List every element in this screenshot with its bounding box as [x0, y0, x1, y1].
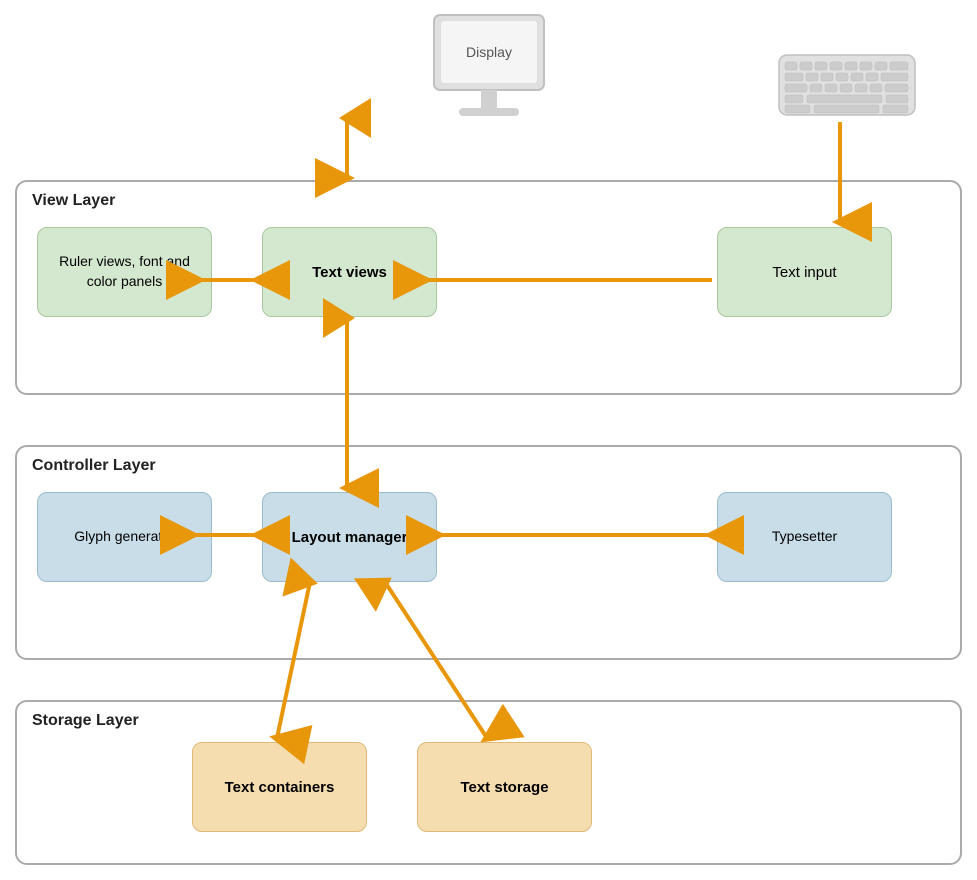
- display-icon: Display: [429, 10, 549, 145]
- view-layer: View Layer Ruler views, font and color p…: [15, 180, 962, 395]
- ruler-views-node: Ruler views, font and color panels: [37, 227, 212, 317]
- controller-layer: Controller Layer Glyph generator Layout …: [15, 445, 962, 660]
- text-containers-node: Text containers: [192, 742, 367, 832]
- diagram-wrapper: Display: [0, 0, 977, 880]
- storage-layer-label: Storage Layer: [17, 702, 960, 730]
- storage-layer: Storage Layer Text containers Text stora…: [15, 700, 962, 865]
- typesetter-node: Typesetter: [717, 492, 892, 582]
- text-input-node: Text input: [717, 227, 892, 317]
- text-storage-node: Text storage: [417, 742, 592, 832]
- keyboard-icon: [777, 50, 917, 125]
- view-layer-label: View Layer: [17, 182, 960, 210]
- text-views-node: Text views: [262, 227, 437, 317]
- glyph-generator-node: Glyph generator: [37, 492, 212, 582]
- layout-manager-node: Layout manager: [262, 492, 437, 582]
- controller-layer-label: Controller Layer: [17, 447, 960, 475]
- svg-text:Display: Display: [466, 44, 512, 60]
